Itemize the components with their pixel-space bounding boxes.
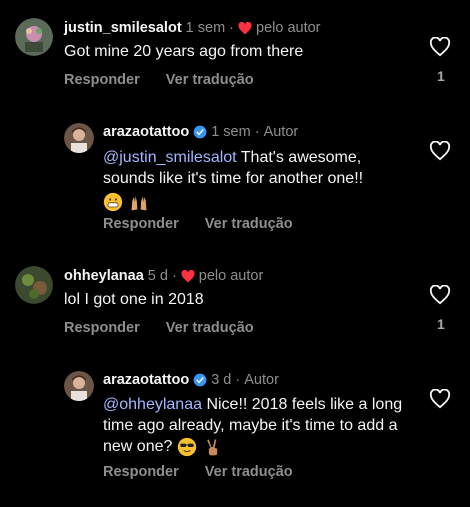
translate-button[interactable]: Ver tradução [205,464,293,480]
timestamp: 1 sem [185,20,226,36]
like-count: 1 [437,316,445,332]
avatar[interactable] [64,123,94,153]
sunglasses-face-emoji [177,437,197,456]
translate-button[interactable]: Ver tradução [166,320,254,336]
author-label: Autor [263,124,299,140]
heart-outline-icon[interactable] [429,285,451,305]
username[interactable]: ohheylanaa [64,268,144,284]
mention-link[interactable]: @justin_smilesalot [103,149,237,166]
username[interactable]: arazaotattoo [103,372,189,388]
grinning-face-emoji [103,192,123,211]
author-label: Autor [244,372,279,388]
liked-by-author-label: pelo autor [256,20,321,36]
reply-button[interactable]: Responder [103,464,179,480]
translate-button[interactable]: Ver tradução [166,72,254,88]
victory-hand-emoji [207,439,218,456]
reply-button[interactable]: Responder [64,320,140,336]
avatar[interactable] [64,371,94,401]
liked-by-author-label: pelo autor [198,268,264,284]
comment-text: @justin_smilesalot That's awesome, sound… [103,147,413,212]
translate-button[interactable]: Ver tradução [205,216,293,232]
mention-link[interactable]: @ohheylanaa [103,396,202,413]
timestamp: 1 sem [211,124,251,140]
timestamp: 3 d [211,372,232,388]
username[interactable]: justin_smilesalot [64,20,182,36]
comment-thread: justin_smilesalot 1 sem · pelo autor Got… [0,0,470,507]
verified-badge-icon [193,125,207,139]
heart-icon [181,269,195,282]
comment-text: Got mine 20 years ago from there [64,43,304,60]
like-count: 1 [437,68,445,84]
reply-button[interactable]: Responder [103,216,179,232]
username[interactable]: arazaotattoo [103,124,189,140]
timestamp: 5 d [147,268,168,284]
comment-text: lol I got one in 2018 [64,291,204,308]
heart-outline-icon[interactable] [429,141,451,161]
comment-text: @ohheylanaa Nice!! 2018 feels like a lon… [103,396,403,456]
avatar[interactable] [15,18,53,56]
reply-button[interactable]: Responder [64,72,140,88]
heart-icon [238,21,252,34]
verified-badge-icon [193,373,207,387]
avatar[interactable] [15,266,53,304]
raised-hands-emoji [131,195,147,211]
heart-outline-icon[interactable] [429,389,451,409]
heart-outline-icon[interactable] [429,37,451,57]
